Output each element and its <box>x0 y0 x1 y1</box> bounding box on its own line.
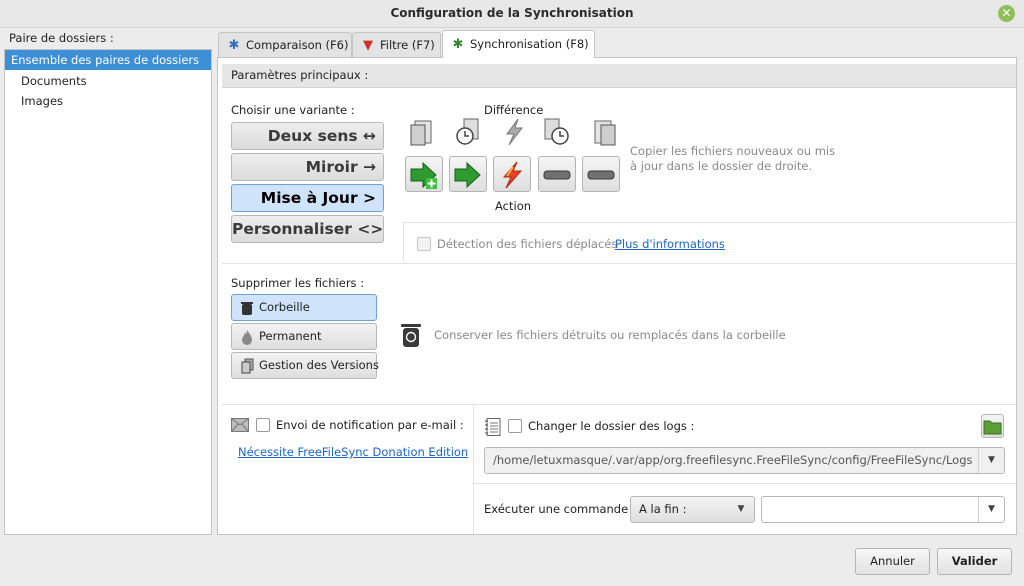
tab-synchronisation[interactable]: ✱ Synchronisation (F8) <box>442 30 595 58</box>
logs-label: Changer le dossier des logs : <box>528 419 695 433</box>
email-checkbox[interactable] <box>256 418 270 432</box>
logs-checkbox[interactable] <box>508 419 522 433</box>
email-icon <box>231 418 249 435</box>
left-only-file-icon <box>409 117 437 147</box>
divider <box>403 222 1015 223</box>
variant-custom-button[interactable]: Personnaliser <> <box>231 215 384 243</box>
chevron-down-icon[interactable]: ▼ <box>978 448 1004 473</box>
tab-comparaison[interactable]: ✱ Comparaison (F6) <box>218 32 352 57</box>
do-nothing-icon <box>587 170 615 180</box>
delete-recycle-button[interactable]: Corbeille <box>231 294 377 321</box>
log-file-icon <box>484 418 501 439</box>
action-create-right-button[interactable] <box>405 156 443 192</box>
logs-path-field[interactable]: /home/letuxmasque/.var/app/org.freefiles… <box>484 447 1005 474</box>
action-update-right-button[interactable] <box>449 156 487 192</box>
flame-icon <box>242 330 252 345</box>
detect-moved-label: Détection des fichiers déplacés <box>437 237 618 251</box>
divider <box>222 404 1016 405</box>
chevron-down-icon[interactable]: ▼ <box>978 497 1004 522</box>
command-input[interactable]: ▼ <box>761 496 1005 523</box>
trash-icon <box>241 302 253 315</box>
cancel-button[interactable]: Annuler <box>855 548 930 575</box>
command-timing-select[interactable]: A la fin : ▼ <box>630 496 755 523</box>
pairs-list: Ensemble des paires de dossiers Document… <box>4 49 212 535</box>
pair-item-documents[interactable]: Documents <box>5 71 211 91</box>
divider <box>473 404 474 534</box>
divider <box>474 483 1016 484</box>
gear-icon: ✱ <box>228 38 240 53</box>
versions-icon <box>241 358 254 374</box>
pair-item-all[interactable]: Ensemble des paires de dossiers <box>5 50 211 70</box>
delete-permanent-button[interactable]: Permanent <box>231 323 377 350</box>
pairs-label: Paire de dossiers : <box>9 31 114 45</box>
command-label: Exécuter une commande : <box>484 502 636 516</box>
right-only-file-icon <box>589 117 617 147</box>
arrow-right-add-icon <box>410 161 437 189</box>
pair-item-images[interactable]: Images <box>5 91 211 111</box>
chevron-down-icon: ▼ <box>737 504 745 514</box>
window-title: Configuration de la Synchronisation <box>390 6 634 20</box>
more-info-link[interactable]: Plus d'informations <box>615 237 725 251</box>
close-icon: ✕ <box>1001 6 1012 20</box>
left-newer-clock-icon <box>454 117 482 147</box>
ok-button[interactable]: Valider <box>937 548 1012 575</box>
action-label: Action <box>495 199 532 213</box>
delete-description: Conserver les fichiers détruits ou rempl… <box>434 328 786 342</box>
donation-edition-link[interactable]: Nécessite FreeFileSync Donation Edition <box>238 445 468 459</box>
divider <box>222 263 1016 264</box>
detect-moved-checkbox[interactable] <box>417 237 431 251</box>
conflict-bolt-red-icon <box>502 161 523 189</box>
arrow-right-icon <box>454 161 481 189</box>
recycle-bin-icon <box>400 322 422 351</box>
right-newer-clock-icon <box>543 117 571 147</box>
delete-versioning-button[interactable]: Gestion des Versions <box>231 352 379 379</box>
section-title: Paramètres principaux : <box>222 64 1016 88</box>
variant-label: Choisir une variante : <box>231 103 355 117</box>
delete-label: Supprimer les fichiers : <box>231 276 365 290</box>
gear-icon: ✱ <box>452 37 464 52</box>
variant-update-button[interactable]: Mise à Jour > <box>231 184 384 212</box>
do-nothing-icon <box>543 170 571 180</box>
conflict-bolt-icon <box>500 117 528 147</box>
action-conflict-button[interactable] <box>493 156 531 192</box>
difference-label: Différence <box>484 103 544 117</box>
filter-icon: ▼ <box>363 38 373 53</box>
close-button[interactable]: ✕ <box>998 5 1015 22</box>
browse-folder-button[interactable] <box>981 414 1004 438</box>
variant-two-way-button[interactable]: Deux sens ↔ <box>231 122 384 150</box>
action-do-nothing-right-button[interactable] <box>582 156 620 192</box>
folder-icon <box>983 420 1002 435</box>
email-label: Envoi de notification par e-mail : <box>276 418 464 432</box>
tab-filtre[interactable]: ▼ Filtre (F7) <box>352 32 441 57</box>
action-do-nothing-button[interactable] <box>538 156 576 192</box>
variant-description: Copier les fichiers nouveaux ou mis à jo… <box>630 144 836 173</box>
variant-mirror-button[interactable]: Miroir → <box>231 153 384 181</box>
divider <box>403 222 404 262</box>
